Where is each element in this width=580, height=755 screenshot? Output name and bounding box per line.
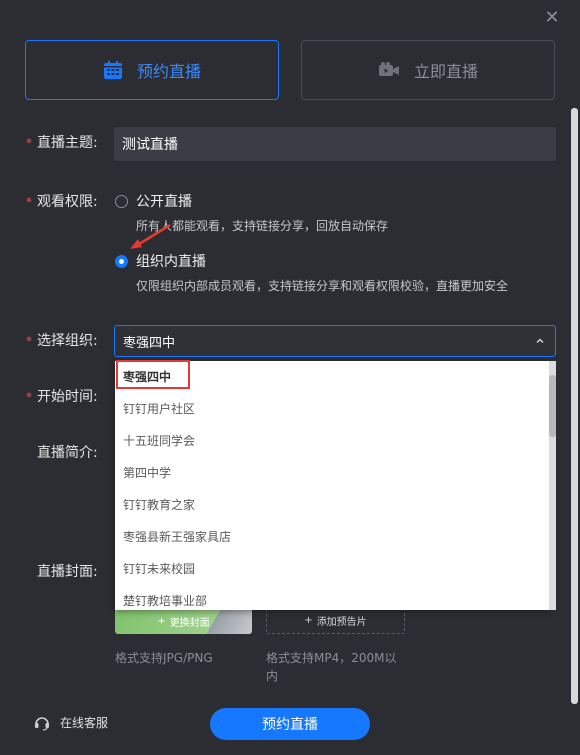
start-time-label: * 开始时间: — [26, 386, 98, 406]
topic-label-text: 直播主题: — [37, 135, 98, 151]
dropdown-option[interactable]: 枣强县新王强家具店 — [115, 521, 549, 553]
add-trailer-label: 添加预告片 — [316, 617, 367, 628]
required-mark: * — [26, 195, 32, 209]
dropdown-option[interactable]: 楚钉教培事业部 — [115, 585, 549, 610]
annotation-highlight-box — [116, 360, 190, 389]
video-camera-icon — [378, 62, 399, 76]
start-time-label-text: 开始时间: — [37, 389, 98, 405]
topic-value: 测试直播 — [122, 137, 178, 153]
intro-label: 直播简介: — [37, 445, 98, 461]
dropdown-option[interactable]: 十五班同学会 — [115, 425, 549, 457]
annotation-arrow-icon — [130, 223, 171, 249]
radio-org-desc: 仅限组织内部成员观看，支持链接分享和观看权限校验，直播更加安全 — [136, 279, 509, 293]
required-mark: * — [26, 136, 32, 150]
dropdown-option[interactable]: 钉钉教育之家 — [115, 489, 549, 521]
required-mark: * — [26, 390, 32, 404]
headset-icon — [35, 716, 49, 731]
cover-format-hint: 格式支持JPG/PNG — [115, 651, 213, 665]
tab-label: 预约直播 — [136, 62, 201, 81]
org-dropdown-list: 枣强四中 钉钉用户社区 十五班同学会 第四中学 钉钉教育之家 枣强县新王强家具店… — [115, 361, 549, 610]
change-cover-button[interactable]: + 更换封面 — [115, 608, 252, 634]
tab-live-now[interactable]: 立即直播 — [301, 40, 555, 100]
dropdown-scrollbar-thumb[interactable] — [549, 375, 556, 437]
plus-icon: + — [157, 615, 166, 627]
dropdown-option[interactable]: 钉钉未来校园 — [115, 553, 549, 585]
support-label: 在线客服 — [60, 716, 109, 730]
close-icon[interactable]: ✕ — [542, 8, 562, 28]
org-label-text: 选择组织: — [37, 333, 98, 349]
org-select-value: 枣强四中 — [123, 335, 176, 351]
radio-org[interactable] — [115, 255, 128, 268]
org-label: * 选择组织: — [26, 330, 98, 350]
cover-label: 直播封面: — [37, 564, 98, 580]
calendar-icon — [103, 61, 122, 79]
schedule-live-button[interactable]: 预约直播 — [210, 708, 370, 740]
plus-icon: + — [304, 615, 313, 626]
radio-public-title[interactable]: 公开直播 — [136, 191, 192, 211]
required-mark: * — [26, 334, 32, 348]
org-select[interactable]: 枣强四中 — [114, 325, 556, 357]
page-scrollbar[interactable] — [571, 108, 578, 704]
permission-label-text: 观看权限: — [37, 194, 98, 210]
change-cover-label: 更换封面 — [169, 617, 210, 629]
permission-label: * 观看权限: — [26, 191, 98, 211]
support-link[interactable]: 在线客服 — [34, 714, 108, 731]
topic-label: * 直播主题: — [26, 132, 98, 152]
radio-org-title[interactable]: 组织内直播 — [136, 251, 206, 271]
submit-label: 预约直播 — [262, 717, 318, 733]
trailer-format-hint: 格式支持MP4，200M以内 — [266, 651, 397, 683]
tab-scheduled-live[interactable]: 预约直播 — [25, 40, 279, 100]
chevron-up-icon — [536, 338, 544, 344]
dropdown-option[interactable]: 钉钉用户社区 — [115, 393, 549, 425]
dropdown-option[interactable]: 第四中学 — [115, 457, 549, 489]
tab-label: 立即直播 — [413, 62, 478, 81]
radio-public[interactable] — [115, 195, 128, 208]
add-trailer-button[interactable]: + 添加预告片 — [266, 608, 405, 634]
topic-input[interactable]: 测试直播 — [114, 127, 556, 161]
